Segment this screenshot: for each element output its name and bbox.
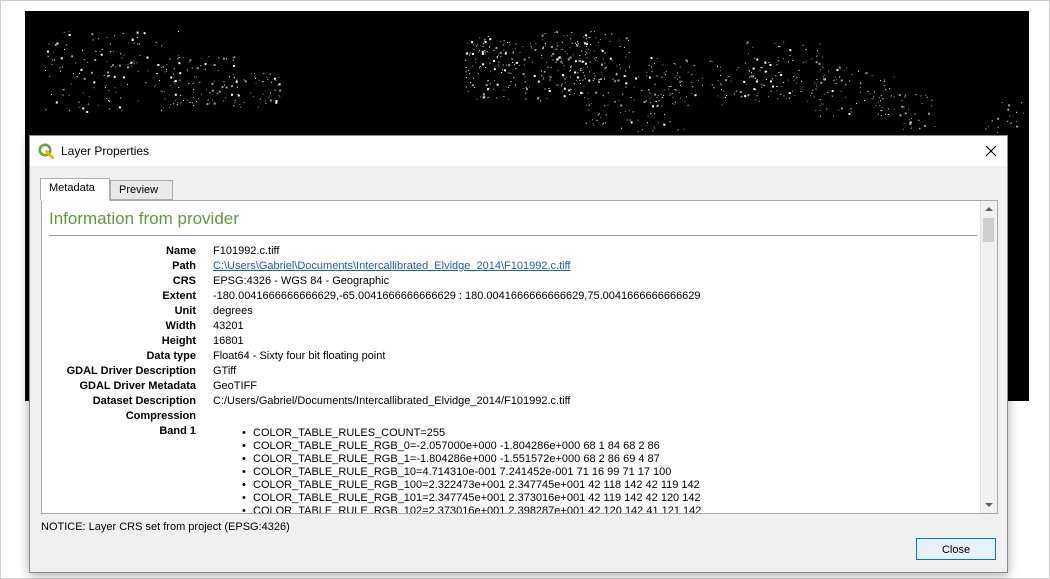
layer-properties-dialog: Layer Properties Metadata Preview Inform… (29, 135, 1008, 573)
field-value: 43201 (213, 320, 244, 332)
field-value: C:/Users/Gabriel/Documents/Intercallibra… (213, 395, 571, 407)
tab-metadata[interactable]: Metadata (40, 178, 110, 201)
field-value: degrees (213, 305, 253, 317)
field-label: Height (161, 335, 196, 347)
list-item: COLOR_TABLE_RULE_RGB_100=2.322473e+001 2… (239, 479, 701, 492)
list-item: COLOR_TABLE_RULE_RGB_101=2.347745e+001 2… (239, 492, 701, 505)
vertical-scrollbar[interactable] (980, 201, 997, 513)
scrollbar-thumb[interactable] (983, 218, 994, 242)
metadata-panel: Information from provider Name F101992.c… (41, 200, 998, 514)
field-label: Name (166, 245, 196, 257)
field-label: Unit (174, 305, 196, 317)
list-item: COLOR_TABLE_RULE_RGB_10=4.714310e-001 7.… (239, 466, 701, 479)
field-row-dataset-description: Dataset Description C:/Users/Gabriel/Doc… (42, 395, 980, 410)
field-row-crs: CRS EPSG:4326 - WGS 84 - Geographic (42, 275, 980, 290)
section-title: Information from provider (49, 209, 239, 228)
field-label: GDAL Driver Metadata (79, 380, 196, 392)
scroll-down-arrow-icon[interactable] (981, 497, 997, 513)
field-row-gdal-driver-metadata: GDAL Driver Metadata GeoTIFF (42, 380, 980, 395)
field-label: Band 1 (159, 425, 196, 437)
field-label: Data type (146, 350, 196, 362)
field-label: Width (165, 320, 196, 332)
field-value: -180.0041666666666629,-65.00416666666666… (213, 290, 701, 302)
field-label: GDAL Driver Description (66, 365, 196, 377)
field-label: Compression (125, 410, 196, 422)
scroll-up-arrow-icon[interactable] (981, 201, 997, 217)
notice-message: NOTICE: Layer CRS set from project (EPSG… (41, 521, 290, 533)
field-value: GeoTIFF (213, 380, 258, 392)
qgis-logo-icon (38, 143, 54, 159)
field-value: 16801 (213, 335, 244, 347)
field-label: Extent (162, 290, 196, 302)
field-row-compression: Compression (42, 410, 980, 425)
band-1-metadata-list: COLOR_TABLE_RULES_COUNT=255 COLOR_TABLE_… (239, 427, 701, 513)
list-item: COLOR_TABLE_RULE_RGB_1=-1.804286e+000 -1… (239, 453, 701, 466)
field-row-path: Path C:\Users\Gabriel\Documents\Intercal… (42, 260, 980, 275)
field-row-height: Height 16801 (42, 335, 980, 350)
field-row-gdal-driver-description: GDAL Driver Description GTiff (42, 365, 980, 380)
field-row-width: Width 43201 (42, 320, 980, 335)
close-icon[interactable] (975, 136, 1007, 166)
tab-preview[interactable]: Preview (110, 180, 173, 200)
list-item: COLOR_TABLE_RULE_RGB_0=-2.057000e+000 -1… (239, 440, 701, 453)
field-row-extent: Extent -180.0041666666666629,-65.0041666… (42, 290, 980, 305)
field-label: Dataset Description (92, 395, 196, 407)
list-item: COLOR_TABLE_RULE_RGB_102=2.373016e+001 2… (239, 505, 701, 513)
field-value: Float64 - Sixty four bit floating point (213, 350, 386, 362)
section-divider (49, 235, 977, 236)
list-item: COLOR_TABLE_RULES_COUNT=255 (239, 427, 701, 440)
metadata-content: Information from provider Name F101992.c… (42, 201, 980, 513)
dialog-titlebar: Layer Properties (30, 136, 1007, 166)
path-link[interactable]: C:\Users\Gabriel\Documents\Intercallibra… (213, 260, 570, 272)
field-row-unit: Unit degrees (42, 305, 980, 320)
field-label: Path (172, 260, 196, 272)
dialog-title: Layer Properties (61, 144, 150, 158)
field-label: CRS (172, 275, 196, 287)
field-value: F101992.c.tiff (213, 245, 280, 257)
field-row-data-type: Data type Float64 - Sixty four bit float… (42, 350, 980, 365)
close-button[interactable]: Close (916, 538, 996, 560)
field-value: GTiff (213, 365, 237, 377)
field-value: EPSG:4326 - WGS 84 - Geographic (213, 275, 390, 287)
field-row-name: Name F101992.c.tiff (42, 245, 980, 260)
